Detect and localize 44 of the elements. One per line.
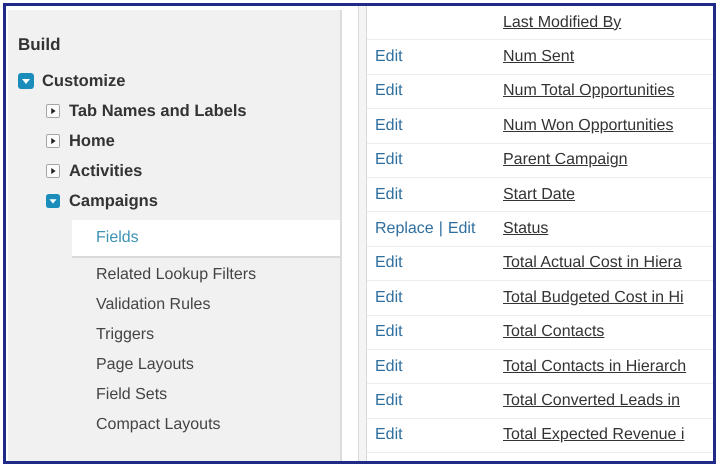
action-link[interactable]: Edit	[375, 323, 403, 342]
tree-item[interactable]: Tab Names and Labels	[69, 102, 247, 120]
field-link[interactable]: Total Expected Revenue i	[503, 426, 684, 444]
action-link[interactable]: Replace	[375, 220, 434, 238]
field-link[interactable]: Num Total Opportunities	[503, 82, 674, 100]
action-link[interactable]: Edit	[375, 392, 403, 410]
action-link[interactable]: Edit	[375, 254, 403, 272]
tree-item[interactable]: Customize	[42, 72, 126, 90]
tree-item[interactable]: Campaigns	[69, 192, 158, 210]
collapse-icon[interactable]	[18, 73, 34, 89]
tree-item[interactable]: Field Sets	[72, 380, 340, 410]
collapse-icon[interactable]	[46, 194, 60, 208]
action-link[interactable]: Edit	[375, 151, 403, 170]
tree-item[interactable]: Activities	[69, 162, 142, 180]
action-link[interactable]: Edit	[375, 358, 403, 376]
action-link[interactable]: Edit	[375, 426, 403, 444]
action-link[interactable]: Edit	[375, 186, 403, 204]
section-heading: Build	[18, 35, 62, 55]
field-link[interactable]: Num Sent	[503, 48, 574, 66]
field-link[interactable]: Total Budgeted Cost in Hi	[503, 288, 684, 307]
field-link[interactable]: Status	[503, 220, 548, 238]
tree-item[interactable]: Related Lookup Filters	[72, 260, 340, 290]
field-link[interactable]: Last Modified By	[503, 14, 622, 32]
expand-icon[interactable]	[46, 164, 60, 178]
tree-item[interactable]: Home	[69, 132, 115, 150]
tree-item[interactable]: Triggers	[72, 320, 340, 350]
field-link[interactable]: Total Contacts	[503, 323, 604, 342]
separator: |	[438, 220, 443, 238]
field-link[interactable]: Total Actual Cost in Hiera	[503, 254, 682, 272]
tree-item[interactable]: Page Layouts	[72, 350, 340, 380]
action-link[interactable]: Edit	[375, 116, 403, 135]
field-link[interactable]: Total Contacts in Hierarch	[503, 358, 686, 376]
action-link[interactable]: Edit	[375, 48, 403, 66]
expand-icon[interactable]	[46, 134, 60, 148]
action-link[interactable]: Edit	[375, 288, 403, 307]
field-link[interactable]: Parent Campaign	[503, 151, 628, 170]
field-link[interactable]: Num Won Opportunities	[503, 116, 674, 135]
field-link[interactable]: Start Date	[503, 186, 576, 204]
action-link[interactable]: Edit	[448, 220, 476, 238]
tree-item[interactable]: Compact Layouts	[72, 410, 340, 440]
action-link[interactable]: Edit	[375, 82, 403, 100]
field-link[interactable]: Total Converted Leads in	[503, 392, 680, 410]
expand-icon[interactable]	[46, 104, 60, 118]
tree-item[interactable]: Validation Rules	[72, 290, 340, 320]
